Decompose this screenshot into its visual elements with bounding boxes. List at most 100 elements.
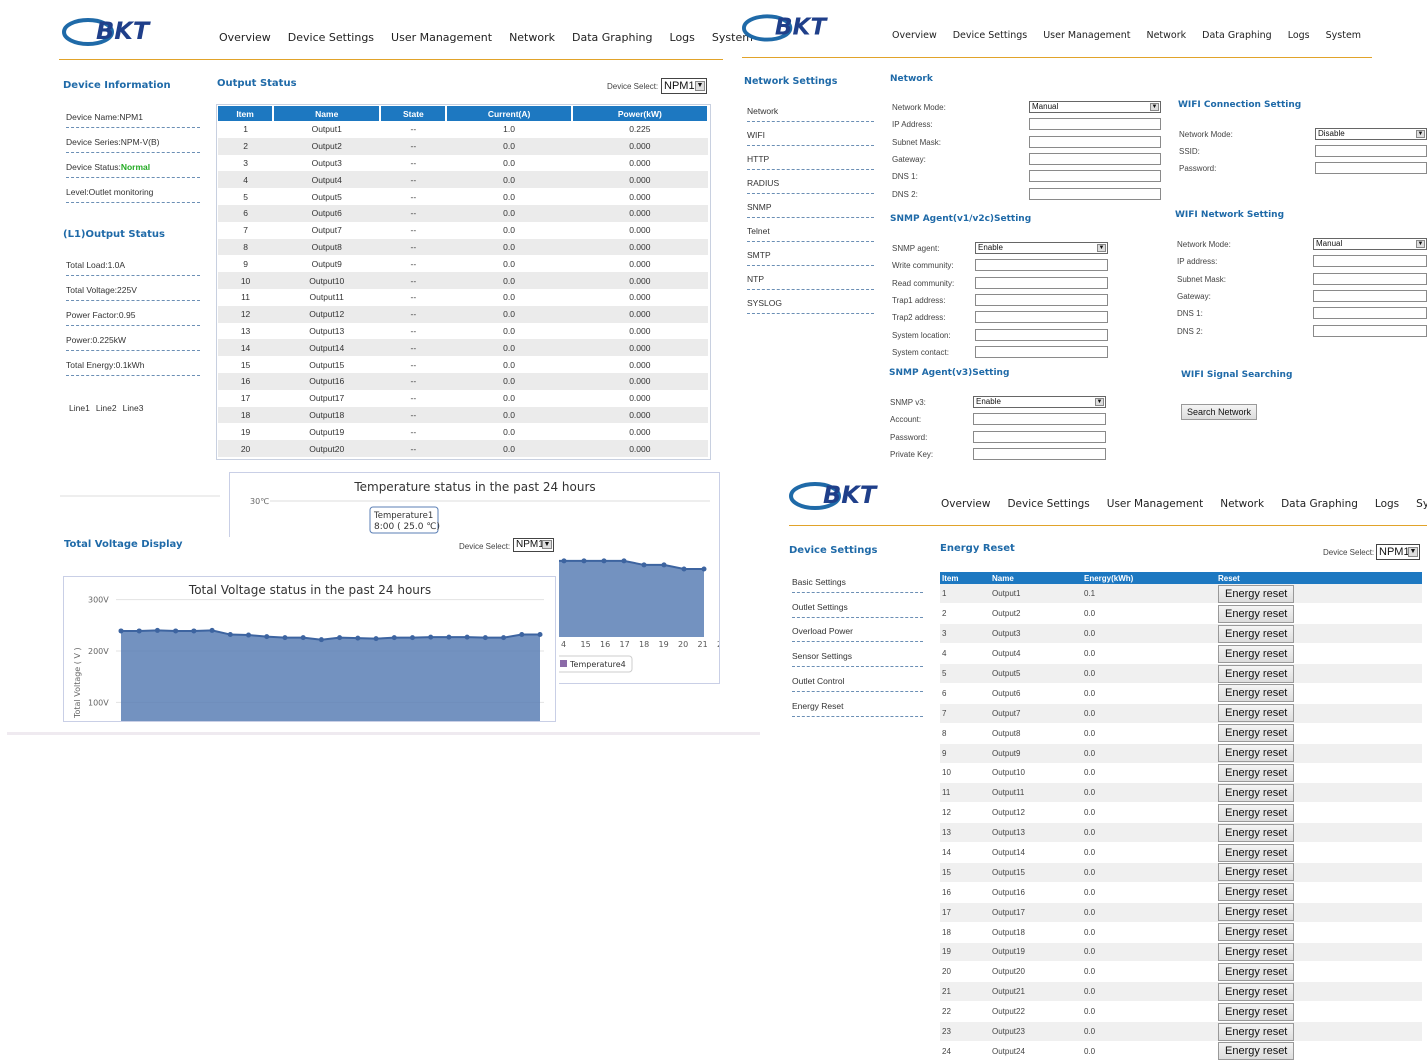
snmpv3-input[interactable]: [973, 413, 1106, 426]
search-network-button[interactable]: Search Network: [1181, 404, 1258, 420]
tab-line1[interactable]: Line1: [69, 403, 90, 413]
table-row: 15 Output15 0.0 Energy reset: [940, 862, 1422, 883]
snmpv3-mode-select[interactable]: Enable ▼: [973, 396, 1106, 408]
nav-overview[interactable]: Overview: [892, 30, 937, 41]
sidebar-item-outlet-control[interactable]: Outlet Control: [792, 676, 923, 692]
nav-network[interactable]: Network: [1220, 498, 1264, 510]
tab-line2[interactable]: Line2: [96, 403, 117, 413]
nav-logs[interactable]: Logs: [670, 31, 695, 44]
network-input[interactable]: [1029, 118, 1161, 131]
tab-line3[interactable]: Line3: [123, 403, 144, 413]
sidebar-item-wifi[interactable]: WIFI: [747, 130, 874, 146]
sidebar-item-radius[interactable]: RADIUS: [747, 178, 874, 194]
sidebar-item-snmp[interactable]: SNMP: [747, 202, 874, 218]
snmpv3-input[interactable]: [973, 430, 1106, 443]
cell-power: 0.000: [629, 225, 651, 236]
energy-reset-button[interactable]: Energy reset: [1218, 684, 1295, 703]
wifi-conn-input[interactable]: [1315, 145, 1427, 157]
sidebar-item-telnet[interactable]: Telnet: [747, 226, 874, 242]
wifi-net-mode-select[interactable]: Manual ▼: [1313, 238, 1427, 250]
sidebar-item-smtp[interactable]: SMTP: [747, 250, 874, 266]
energy-reset-button[interactable]: Energy reset: [1218, 1042, 1295, 1061]
snmp-input[interactable]: [975, 328, 1108, 341]
network-input[interactable]: [1029, 135, 1161, 148]
wifi-net-input[interactable]: [1313, 289, 1427, 302]
nav-network[interactable]: Network: [1146, 30, 1186, 41]
snmp-input[interactable]: [975, 311, 1108, 324]
energy-reset-button[interactable]: Energy reset: [1218, 942, 1295, 961]
sidebar-item-network[interactable]: Network: [747, 106, 874, 122]
network-input[interactable]: [1029, 170, 1161, 183]
nav-overview[interactable]: Overview: [941, 498, 990, 510]
snmp-input[interactable]: [975, 276, 1108, 289]
nav-data-graphing[interactable]: Data Graphing: [1202, 30, 1272, 41]
snmpv3-input[interactable]: [973, 447, 1106, 460]
energy-reset-button[interactable]: Energy reset: [1218, 903, 1295, 922]
energy-reset-button[interactable]: Energy reset: [1218, 664, 1295, 683]
energy-reset-button[interactable]: Energy reset: [1218, 863, 1295, 882]
wifi-net-input[interactable]: [1313, 324, 1427, 337]
voltage-device-select[interactable]: NPM1 ▼: [513, 538, 554, 552]
nav-overview[interactable]: Overview: [219, 31, 271, 44]
cell-item: 20: [940, 961, 990, 983]
snmp-input[interactable]: [975, 293, 1108, 306]
energy-reset-button[interactable]: Energy reset: [1218, 1002, 1295, 1021]
wifi-net-input[interactable]: [1313, 307, 1427, 320]
nav-data-graphing[interactable]: Data Graphing: [1281, 498, 1358, 510]
network-mode-select[interactable]: Manual ▼: [1029, 101, 1161, 113]
energy-reset-button[interactable]: Energy reset: [1218, 584, 1295, 603]
snmp-input[interactable]: [975, 259, 1108, 272]
nav-logs[interactable]: Logs: [1288, 30, 1310, 41]
energy-reset-button[interactable]: Energy reset: [1218, 704, 1295, 723]
energy-reset-button[interactable]: Energy reset: [1218, 644, 1295, 663]
cell-state: --: [410, 325, 417, 336]
nav-device-settings[interactable]: Device Settings: [953, 30, 1027, 41]
nav-system[interactable]: System: [1326, 30, 1361, 41]
snmp-mode-select[interactable]: Enable ▼: [975, 242, 1108, 254]
sidebar-item-ntp[interactable]: NTP: [747, 274, 874, 290]
energy-reset-button[interactable]: Energy reset: [1218, 763, 1295, 782]
energy-reset-button[interactable]: Energy reset: [1218, 1022, 1295, 1041]
sidebar-item-syslog[interactable]: SYSLOG: [747, 298, 874, 314]
nav-user-management[interactable]: User Management: [391, 31, 492, 44]
network-input[interactable]: [1029, 152, 1161, 165]
network-input[interactable]: [1029, 187, 1161, 200]
energy-reset-button[interactable]: Energy reset: [1218, 803, 1295, 822]
energy-reset-button[interactable]: Energy reset: [1218, 783, 1295, 802]
energy-reset-button[interactable]: Energy reset: [1218, 724, 1295, 743]
energy-reset-button[interactable]: Energy reset: [1218, 982, 1295, 1001]
energy-reset-button[interactable]: Energy reset: [1218, 823, 1295, 842]
cell-energy: 0.0: [1082, 782, 1216, 804]
cell-reset: Energy reset: [1216, 902, 1422, 923]
energy-reset-button[interactable]: Energy reset: [1218, 923, 1295, 942]
wifi-net-input[interactable]: [1313, 255, 1427, 268]
nav-network[interactable]: Network: [509, 31, 555, 44]
sidebar-item-overload-power[interactable]: Overload Power: [792, 626, 923, 643]
nav-user-management[interactable]: User Management: [1107, 498, 1203, 510]
nav-device-settings[interactable]: Device Settings: [288, 31, 374, 44]
energy-reset-button[interactable]: Energy reset: [1218, 843, 1295, 862]
wifi-conn-mode-select[interactable]: Disable ▼: [1315, 128, 1427, 140]
nav-device-settings[interactable]: Device Settings: [1007, 498, 1089, 510]
wifi-net-input[interactable]: [1313, 272, 1427, 285]
wifi-conn-input[interactable]: [1315, 162, 1427, 174]
energy-reset-button[interactable]: Energy reset: [1218, 744, 1295, 763]
energy-reset-button[interactable]: Energy reset: [1218, 883, 1295, 902]
nav-system[interactable]: System: [1416, 498, 1427, 510]
voltage-chart-title: Total Voltage status in the past 24 hour…: [188, 583, 431, 597]
sidebar-item-sensor-settings[interactable]: Sensor Settings: [792, 651, 923, 668]
nav-user-management[interactable]: User Management: [1043, 30, 1130, 41]
energy-device-select[interactable]: NPM1 ▼: [1376, 544, 1420, 560]
sidebar-item-http[interactable]: HTTP: [747, 154, 874, 170]
sidebar-item-basic-settings[interactable]: Basic Settings: [792, 577, 923, 593]
device-select[interactable]: NPM1 ▼: [661, 78, 707, 94]
sidebar-item-energy-reset[interactable]: Energy Reset: [792, 701, 923, 717]
energy-reset-button[interactable]: Energy reset: [1218, 624, 1295, 643]
nav-data-graphing[interactable]: Data Graphing: [572, 31, 653, 44]
snmp-input[interactable]: [975, 345, 1108, 358]
nav-logs[interactable]: Logs: [1375, 498, 1399, 510]
wifi-conn-label: Network Mode:: [1179, 130, 1233, 139]
energy-reset-button[interactable]: Energy reset: [1218, 962, 1295, 981]
sidebar-item-outlet-settings[interactable]: Outlet Settings: [792, 602, 923, 618]
energy-reset-button[interactable]: Energy reset: [1218, 604, 1295, 623]
